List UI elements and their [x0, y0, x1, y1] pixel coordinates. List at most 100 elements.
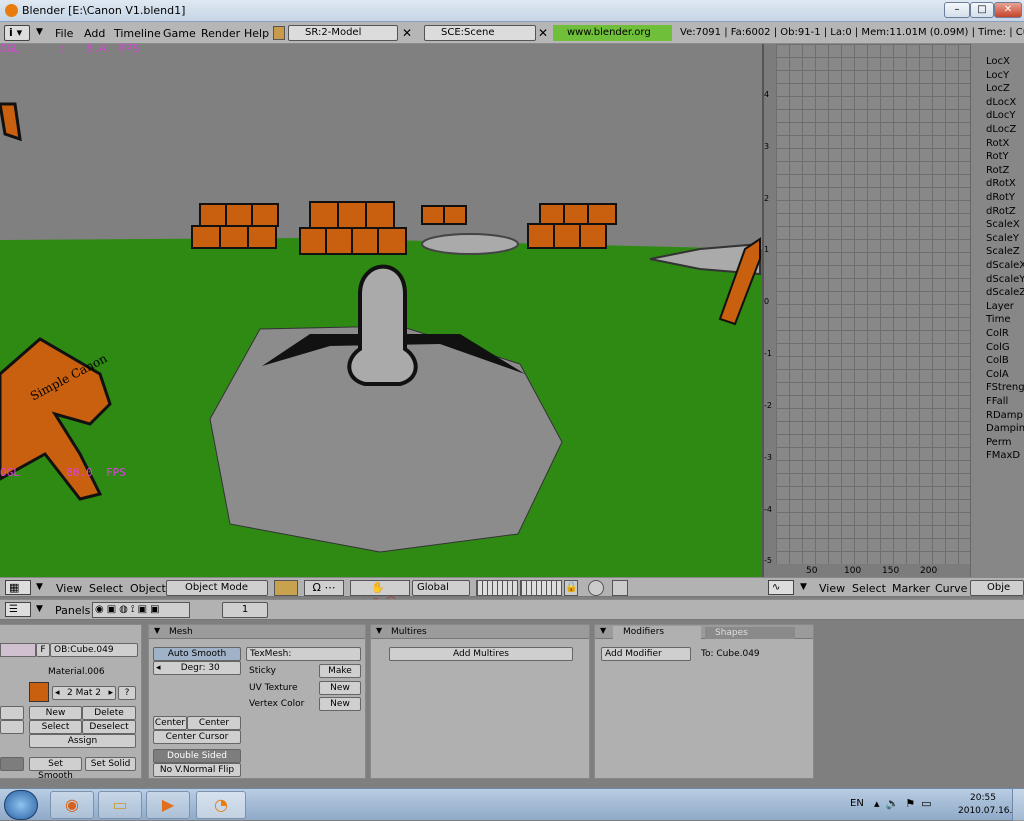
orientation-selector[interactable]: Global: [412, 580, 470, 596]
ipo-grid[interactable]: [776, 44, 970, 564]
close-button[interactable]: ✕: [994, 2, 1022, 18]
ipo-channel-item[interactable]: dRotX: [986, 178, 1016, 189]
material-select-button[interactable]: Select: [29, 720, 82, 734]
panels-menu[interactable]: Panels: [55, 604, 90, 617]
ipo-curve-menu[interactable]: Curve: [935, 582, 967, 595]
ipo-channel-item[interactable]: dLocZ: [986, 124, 1016, 135]
ipo-channel-item[interactable]: Damping: [986, 423, 1024, 434]
ipo-select-menu[interactable]: Select: [852, 582, 886, 595]
mesh-panel-title[interactable]: Mesh: [149, 625, 365, 639]
collapse-menu-icon[interactable]: ▼: [36, 604, 43, 614]
ipo-view-menu[interactable]: View: [819, 582, 845, 595]
info-icon[interactable]: i ▾: [4, 25, 30, 41]
ipo-channel-item[interactable]: RotY: [986, 151, 1009, 162]
ipo-channel-item[interactable]: dRotY: [986, 192, 1015, 203]
ipo-channel-item[interactable]: dScaleZ: [986, 287, 1024, 298]
minimize-button[interactable]: –: [944, 2, 970, 18]
frame-number-field[interactable]: 1: [222, 602, 268, 618]
link-panel-toggle[interactable]: [0, 757, 24, 771]
view-menu[interactable]: View: [56, 582, 82, 595]
draw-type-icon[interactable]: [274, 580, 298, 596]
center-new-button[interactable]: Center New: [187, 716, 241, 740]
no-vnormal-flip-toggle[interactable]: No V.Normal Flip: [153, 763, 241, 777]
lock-icon[interactable]: 🔒: [564, 580, 578, 596]
material-help-button[interactable]: ?: [118, 686, 136, 700]
ipo-channel-item[interactable]: LocZ: [986, 83, 1010, 94]
collapse-menu-icon[interactable]: ▼: [36, 582, 43, 592]
website-link[interactable]: www.blender.org 249.2: [553, 25, 672, 54]
clock-time[interactable]: 20:55: [970, 793, 996, 803]
ipo-channel-item[interactable]: dLocX: [986, 97, 1016, 108]
manipulator-icons[interactable]: ✋△○◯: [350, 580, 410, 608]
scene-selector[interactable]: SCE:Scene: [424, 25, 536, 41]
panel-collapse-icon[interactable]: ▼: [376, 626, 382, 635]
double-sided-toggle[interactable]: Double Sided: [153, 749, 241, 763]
panel-collapse-icon[interactable]: ▼: [154, 626, 160, 635]
center-button[interactable]: Center: [153, 716, 187, 730]
mode-selector[interactable]: Object Mode: [166, 580, 268, 596]
firefox-taskbar-icon[interactable]: ◉: [50, 791, 94, 819]
ipo-channel-item[interactable]: dScaleY: [986, 274, 1024, 285]
media-player-taskbar-icon[interactable]: ▶: [146, 791, 190, 819]
material-delete-button[interactable]: Delete: [82, 706, 136, 720]
set-smooth-button[interactable]: Set Smooth: [29, 757, 82, 781]
ipo-editor-type-icon[interactable]: ∿: [768, 580, 794, 595]
add-multires-button[interactable]: Add Multires: [389, 647, 573, 661]
add-modifier-button[interactable]: Add Modifier: [601, 647, 691, 661]
menu-timeline[interactable]: Timeline: [114, 27, 161, 40]
set-solid-button[interactable]: Set Solid: [85, 757, 136, 771]
auto-smooth-toggle[interactable]: Auto Smooth: [153, 647, 241, 661]
ipo-channel-item[interactable]: ScaleY: [986, 233, 1019, 244]
ipo-channel-item[interactable]: Time: [986, 314, 1010, 325]
degree-field[interactable]: ◂ Degr: 30: [153, 661, 241, 675]
ipo-channel-item[interactable]: ScaleX: [986, 219, 1020, 230]
maximize-button[interactable]: □: [970, 2, 994, 18]
layer-buttons-1[interactable]: [476, 580, 518, 596]
select-menu[interactable]: Select: [89, 582, 123, 595]
show-desktop-button[interactable]: [1012, 789, 1024, 821]
menu-file[interactable]: File: [55, 27, 73, 40]
ipo-type-selector[interactable]: Obje: [970, 580, 1024, 596]
context-buttons-icons[interactable]: ◉▣◍⟟▣▣: [92, 602, 190, 618]
ipo-channel-item[interactable]: ColR: [986, 328, 1009, 339]
ipo-channel-item[interactable]: LocX: [986, 56, 1010, 67]
material-deselect-button[interactable]: Deselect: [82, 720, 136, 734]
pivot-icon[interactable]: Ω ⋯: [304, 580, 344, 596]
link-panel-blank-1[interactable]: [0, 706, 24, 720]
clock-date[interactable]: 2010.07.16.: [958, 806, 1012, 816]
screen-selector[interactable]: SR:2-Model: [288, 25, 398, 41]
ipo-channel-item[interactable]: dRotZ: [986, 206, 1016, 217]
ipo-marker-menu[interactable]: Marker: [892, 582, 930, 595]
layer-buttons-2[interactable]: [520, 580, 562, 596]
menu-add[interactable]: Add: [84, 27, 105, 40]
uv-texture-new-button[interactable]: New: [319, 681, 361, 695]
menu-render[interactable]: Render: [201, 27, 240, 40]
ipo-channel-item[interactable]: dLocY: [986, 110, 1015, 121]
link-panel-blank-2[interactable]: [0, 720, 24, 734]
collapse-menu-icon[interactable]: ▼: [800, 582, 807, 592]
mesh-name-field[interactable]: [0, 643, 36, 657]
material-index-field[interactable]: ◂ 2 Mat 2 ▸: [52, 686, 116, 700]
center-cursor-button[interactable]: Center Cursor: [153, 730, 241, 744]
menu-game[interactable]: Game: [163, 27, 196, 40]
explorer-taskbar-icon[interactable]: ▭: [98, 791, 142, 819]
modifiers-tab[interactable]: Modifiers: [613, 626, 701, 639]
ipo-channel-item[interactable]: ColA: [986, 369, 1009, 380]
scene-delete-icon[interactable]: ✕: [536, 25, 550, 41]
ipo-channel-item[interactable]: LocY: [986, 70, 1009, 81]
texmesh-field[interactable]: TexMesh:: [246, 647, 361, 661]
ipo-channel-item[interactable]: RotX: [986, 138, 1009, 149]
ipo-editor[interactable]: 4 3 2 1 0 -1 -2 -3 -4 -5 50 100 150 200 …: [762, 44, 1024, 577]
ipo-channel-item[interactable]: ColB: [986, 355, 1009, 366]
object-name-field[interactable]: OB:Cube.049: [50, 643, 138, 657]
ipo-channel-item[interactable]: FStreng: [986, 382, 1024, 393]
ipo-channel-item[interactable]: dScaleX: [986, 260, 1024, 271]
material-color-swatch[interactable]: [29, 682, 49, 702]
material-assign-button[interactable]: Assign: [29, 734, 136, 748]
render-preview-icon[interactable]: [588, 580, 604, 596]
ipo-channel-item[interactable]: FFall: [986, 396, 1008, 407]
buttons-editor-type-icon[interactable]: ☰: [5, 602, 31, 617]
material-new-button[interactable]: New: [29, 706, 82, 720]
3d-viewport[interactable]: OGL : 8.4 FPS OGL 80.0 FPS Simple Canon: [0, 44, 762, 577]
editor-type-grid-icon[interactable]: ▦: [5, 580, 31, 595]
